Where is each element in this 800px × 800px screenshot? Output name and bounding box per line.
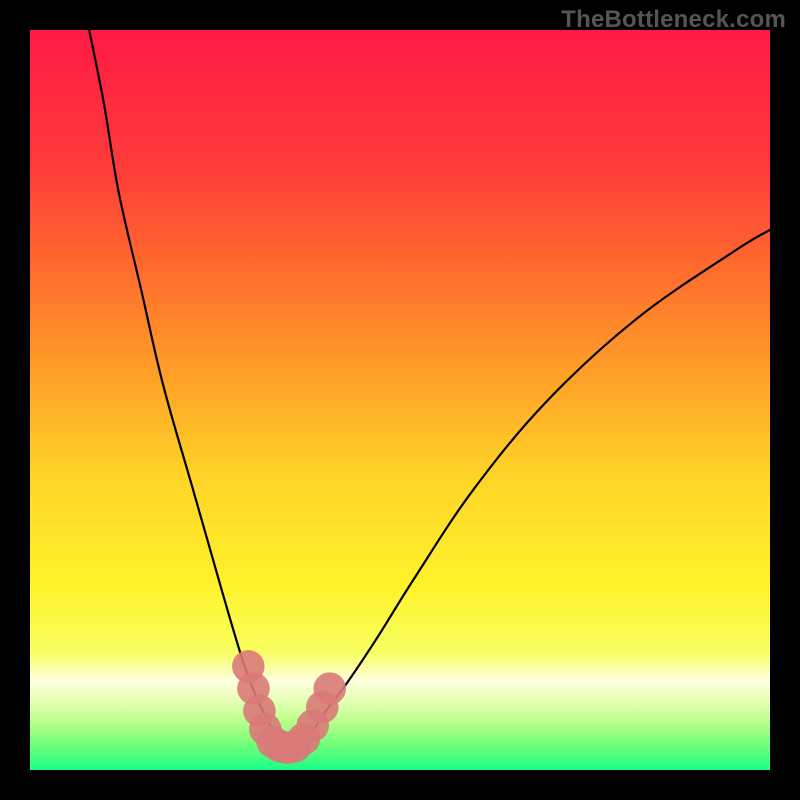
background-gradient — [30, 30, 770, 770]
plot-area — [30, 30, 770, 770]
chart-root: TheBottleneck.com — [0, 0, 800, 800]
watermark-label: TheBottleneck.com — [561, 6, 786, 34]
